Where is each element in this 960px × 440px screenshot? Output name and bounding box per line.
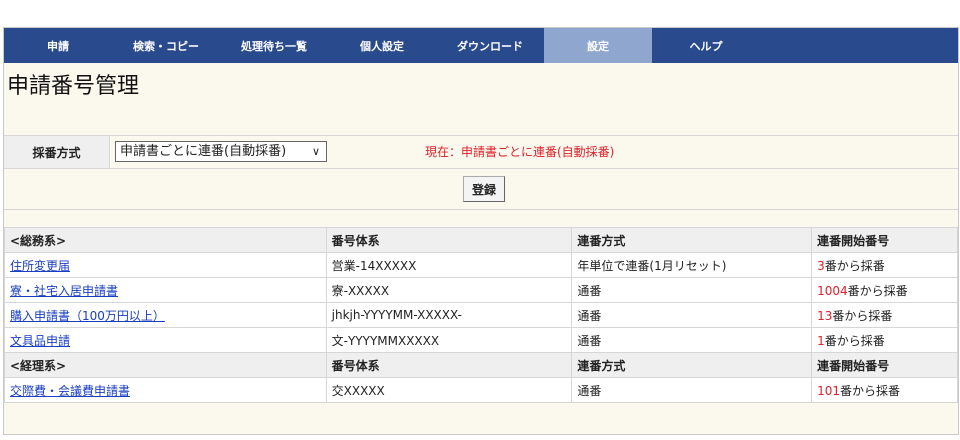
start-suffix: 番から採番 <box>824 333 885 348</box>
chevron-down-icon: ∨ <box>311 145 320 158</box>
start-number: 1 <box>817 333 825 348</box>
start-suffix: 番から採番 <box>847 283 908 298</box>
scheme-cell: 寮-XXXXX <box>325 277 573 303</box>
nav-apply[interactable]: 申請 <box>4 28 112 63</box>
form-link[interactable]: 交際費・会議費申請書 <box>10 384 130 398</box>
group-header-row: <総務系> 番号体系 連番方式 連番開始番号 <box>4 227 958 253</box>
header-start: 連番開始番号 <box>811 227 958 253</box>
top-nav: 申請 検索・コピー 処理待ち一覧 個人設定 ダウンロード 設定 ヘルプ <box>4 28 958 63</box>
nav-settings[interactable]: 設定 <box>544 28 652 63</box>
form-link[interactable]: 寮・社宅入居申請書 <box>10 284 118 298</box>
app-frame: 申請 検索・コピー 処理待ち一覧 個人設定 ダウンロード 設定 ヘルプ 申請番号… <box>3 27 959 435</box>
nav-help[interactable]: ヘルプ <box>652 28 760 63</box>
group-header-row: <経理系> 番号体系 連番方式 連番開始番号 <box>4 352 958 378</box>
form-link[interactable]: 購入申請書（100万円以上） <box>10 309 165 323</box>
header-method: 連番方式 <box>571 227 813 253</box>
form-name-cell: 文具品申請 <box>4 327 327 353</box>
method-cell: 通番 <box>571 302 813 328</box>
table-row: 文具品申請 文-YYYYMMXXXXX 通番 1番から採番 <box>4 327 958 353</box>
divider <box>4 209 958 210</box>
start-suffix: 番から採番 <box>824 258 885 273</box>
start-number: 13 <box>817 308 833 323</box>
form-name-cell: 交際費・会議費申請書 <box>4 377 327 403</box>
scheme-cell: 営業-14XXXXX <box>325 252 573 278</box>
group-name: <総務系> <box>4 227 327 253</box>
header-method: 連番方式 <box>571 352 813 378</box>
header-start: 連番開始番号 <box>811 352 958 378</box>
page-title: 申請番号管理 <box>7 74 140 99</box>
table-row: 寮・社宅入居申請書 寮-XXXXX 通番 1004番から採番 <box>4 277 958 303</box>
form-name-cell: 住所変更届 <box>4 252 327 278</box>
numbering-method-select[interactable]: 申請書ごとに連番(自動採番) ∨ <box>115 141 327 162</box>
method-cell: 通番 <box>571 377 813 403</box>
nav-download[interactable]: ダウンロード <box>436 28 544 63</box>
numbering-table: <総務系> 番号体系 連番方式 連番開始番号 住所変更届 営業-14XXXXX … <box>4 227 958 403</box>
start-cell: 101番から採番 <box>811 377 958 403</box>
form-name-cell: 購入申請書（100万円以上） <box>4 302 327 328</box>
start-cell: 1番から採番 <box>811 327 958 353</box>
numbering-method-row: 採番方式 申請書ごとに連番(自動採番) ∨ 現在：申請書ごとに連番(自動採番) <box>4 135 958 169</box>
start-number: 1004 <box>817 283 848 298</box>
start-cell: 1004番から採番 <box>811 277 958 303</box>
method-cell: 通番 <box>571 327 813 353</box>
method-cell: 年単位で連番(1月リセット) <box>571 252 813 278</box>
nav-pending-list[interactable]: 処理待ち一覧 <box>220 28 328 63</box>
start-suffix: 番から採番 <box>840 383 901 398</box>
method-cell: 通番 <box>571 277 813 303</box>
table-row: 交際費・会議費申請書 交XXXXX 通番 101番から採番 <box>4 377 958 403</box>
scheme-cell: 文-YYYYMMXXXXX <box>325 327 573 353</box>
numbering-method-label: 採番方式 <box>4 136 110 168</box>
header-scheme: 番号体系 <box>325 352 573 378</box>
scheme-cell: jhkjh-YYYYMM-XXXXX- <box>325 302 573 328</box>
current-method-status: 現在：申請書ごとに連番(自動採番) <box>425 145 615 159</box>
numbering-method-value: 申請書ごとに連番(自動採番) <box>120 144 287 159</box>
form-name-cell: 寮・社宅入居申請書 <box>4 277 327 303</box>
register-button[interactable]: 登録 <box>463 176 505 202</box>
start-cell: 13番から採番 <box>811 302 958 328</box>
start-cell: 3番から採番 <box>811 252 958 278</box>
start-number: 3 <box>817 258 825 273</box>
nav-search-copy[interactable]: 検索・コピー <box>112 28 220 63</box>
header-scheme: 番号体系 <box>325 227 573 253</box>
scheme-cell: 交XXXXX <box>325 377 573 403</box>
start-number: 101 <box>817 383 841 398</box>
nav-personal-settings[interactable]: 個人設定 <box>328 28 436 63</box>
group-name: <経理系> <box>4 352 327 378</box>
table-row: 住所変更届 営業-14XXXXX 年単位で連番(1月リセット) 3番から採番 <box>4 252 958 278</box>
start-suffix: 番から採番 <box>832 308 893 323</box>
table-row: 購入申請書（100万円以上） jhkjh-YYYYMM-XXXXX- 通番 13… <box>4 302 958 328</box>
form-link[interactable]: 住所変更届 <box>10 259 70 273</box>
form-link[interactable]: 文具品申請 <box>10 334 70 348</box>
